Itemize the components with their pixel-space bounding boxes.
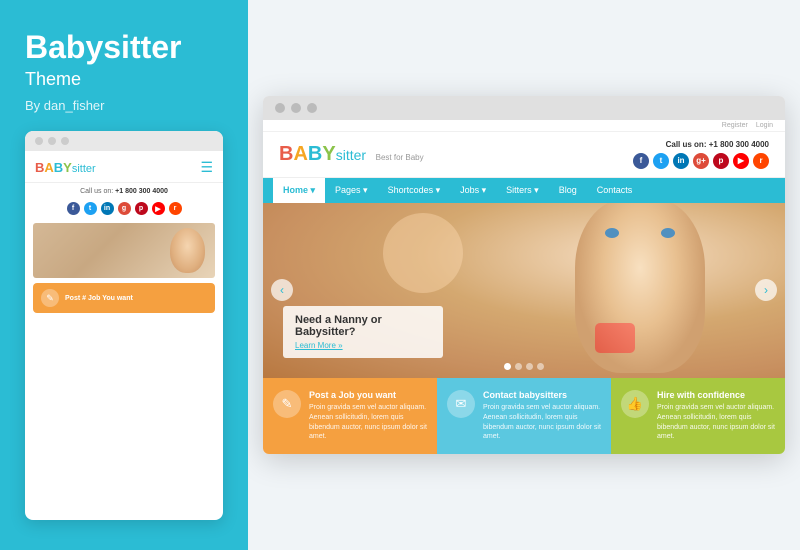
site-top-bar: Register Login xyxy=(263,120,785,132)
login-link[interactable]: Login xyxy=(756,122,773,129)
hero-prev-arrow[interactable]: ‹ xyxy=(271,279,293,301)
mini-dot-1 xyxy=(35,137,43,145)
feature-card-hire-content: Hire with confidence Proin gravida sem v… xyxy=(657,390,775,442)
hero-next-arrow[interactable]: › xyxy=(755,279,777,301)
mini-pencil-icon: ✎ xyxy=(41,289,59,307)
mini-dot-3 xyxy=(61,137,69,145)
site-logo: BABYsitter Best for Baby xyxy=(279,143,424,166)
site-nav: Home ▾ Pages ▾ Shortcodes ▾ Jobs ▾ Sitte… xyxy=(263,178,785,203)
social-google[interactable]: g+ xyxy=(693,153,709,169)
mini-social-pinterest: p xyxy=(135,202,148,215)
mini-titlebar xyxy=(25,131,223,151)
nav-item-blog[interactable]: Blog xyxy=(549,178,587,202)
feature-post-text: Proin gravida sem vel auctor aliquam. Ae… xyxy=(309,403,427,442)
feature-cards: ✎ Post a Job you want Proin gravida sem … xyxy=(263,378,785,454)
hero-title: Need a Nanny or Babysitter? xyxy=(295,314,431,338)
mini-browser-mockup: BABYsitter ☰ Call us on: +1 800 300 4000… xyxy=(25,131,223,520)
mini-social-google: g xyxy=(118,202,131,215)
social-twitter[interactable]: t xyxy=(653,153,669,169)
hero-dot-3[interactable] xyxy=(526,363,533,370)
full-dot-3 xyxy=(307,103,317,113)
pencil-icon: ✎ xyxy=(273,390,301,418)
hero-learn-more[interactable]: Learn More » xyxy=(295,341,431,350)
social-youtube[interactable]: ▶ xyxy=(733,153,749,169)
social-rss[interactable]: r xyxy=(753,153,769,169)
right-panel: Register Login BABYsitter Best for Baby … xyxy=(248,0,800,550)
feature-post-title: Post a Job you want xyxy=(309,390,427,400)
full-dot-1 xyxy=(275,103,285,113)
social-linkedin[interactable]: in xyxy=(673,153,689,169)
feature-contact-text: Proin gravida sem vel auctor aliquam. Ae… xyxy=(483,403,601,442)
feature-card-contact: ✉ Contact babysitters Proin gravida sem … xyxy=(437,378,611,454)
nav-item-contacts[interactable]: Contacts xyxy=(587,178,643,202)
mini-menu-icon: ☰ xyxy=(200,159,213,176)
hero-text-box: Need a Nanny or Babysitter? Learn More » xyxy=(283,306,443,358)
call-us-text: Call us on: +1 800 300 4000 xyxy=(633,140,769,149)
feature-hire-text: Proin gravida sem vel auctor aliquam. Ae… xyxy=(657,403,775,442)
envelope-icon: ✉ xyxy=(447,390,475,418)
social-pinterest[interactable]: p xyxy=(713,153,729,169)
feature-card-hire: 👍 Hire with confidence Proin gravida sem… xyxy=(611,378,785,454)
feature-card-post: ✎ Post a Job you want Proin gravida sem … xyxy=(263,378,437,454)
mini-logo: BABYsitter xyxy=(35,160,96,175)
social-icons-row: f t in g+ p ▶ r xyxy=(633,153,769,169)
site-hero: ‹ › Need a Nanny or Babysitter? Learn Mo… xyxy=(263,203,785,378)
social-facebook[interactable]: f xyxy=(633,153,649,169)
nav-item-shortcodes[interactable]: Shortcodes ▾ xyxy=(378,178,451,203)
mini-post-label: Post # Job You want xyxy=(65,295,133,302)
mini-site-header: BABYsitter ☰ xyxy=(25,151,223,183)
mini-social-twitter: t xyxy=(84,202,97,215)
mini-hero: Need a Nanny or Babysitter? Learn More » xyxy=(33,223,215,278)
mini-social-linkedin: in xyxy=(101,202,114,215)
mini-dot-2 xyxy=(48,137,56,145)
feature-contact-title: Contact babysitters xyxy=(483,390,601,400)
hero-dots xyxy=(504,363,544,370)
brand-title: Babysitter Theme xyxy=(25,30,223,96)
mini-social-row: f t in g p ▶ r xyxy=(25,199,223,218)
nav-item-jobs[interactable]: Jobs ▾ xyxy=(450,178,496,203)
hero-dot-4[interactable] xyxy=(537,363,544,370)
mini-social-facebook: f xyxy=(67,202,80,215)
feature-card-contact-content: Contact babysitters Proin gravida sem ve… xyxy=(483,390,601,442)
mini-hero-bg xyxy=(33,223,215,278)
full-browser-mockup: Register Login BABYsitter Best for Baby … xyxy=(263,96,785,454)
thumbsup-icon: 👍 xyxy=(621,390,649,418)
hero-dot-2[interactable] xyxy=(515,363,522,370)
hero-dot-1[interactable] xyxy=(504,363,511,370)
site-header: BABYsitter Best for Baby Call us on: +1 … xyxy=(263,132,785,178)
register-link[interactable]: Register xyxy=(722,122,748,129)
feature-card-post-content: Post a Job you want Proin gravida sem ve… xyxy=(309,390,427,442)
mini-social-rss: r xyxy=(169,202,182,215)
site-header-right: Call us on: +1 800 300 4000 f t in g+ p … xyxy=(633,140,769,169)
full-titlebar xyxy=(263,96,785,120)
brand-author: By dan_fisher xyxy=(25,98,223,113)
mini-social-youtube: ▶ xyxy=(152,202,165,215)
nav-item-pages[interactable]: Pages ▾ xyxy=(325,178,378,203)
nav-item-home[interactable]: Home ▾ xyxy=(273,178,325,203)
mini-phone-label: Call us on: +1 800 300 4000 xyxy=(80,185,168,197)
mini-post-card: ✎ Post # Job You want xyxy=(33,283,215,313)
full-dot-2 xyxy=(291,103,301,113)
nav-item-sitters[interactable]: Sitters ▾ xyxy=(496,178,549,203)
feature-hire-title: Hire with confidence xyxy=(657,390,775,400)
left-panel: Babysitter Theme By dan_fisher BABYsitte… xyxy=(0,0,248,550)
mini-browser-body: BABYsitter ☰ Call us on: +1 800 300 4000… xyxy=(25,151,223,313)
